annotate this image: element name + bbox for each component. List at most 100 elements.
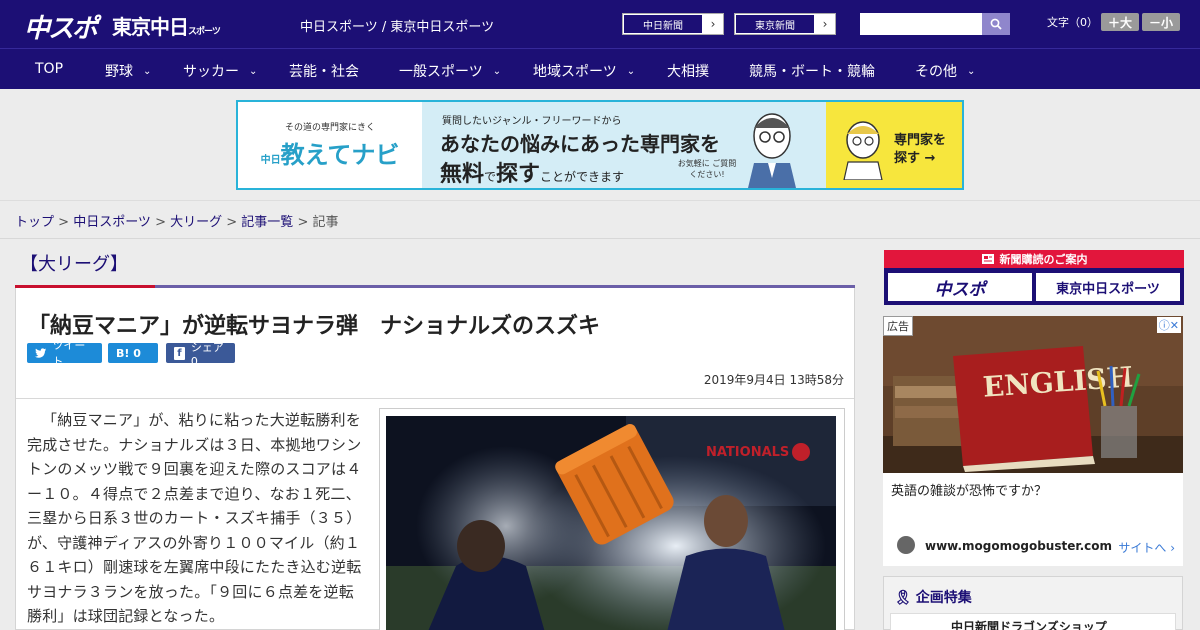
chevron-down-icon: ⌄ <box>492 65 502 77</box>
twitter-bird-icon <box>35 348 47 358</box>
banner-brand: その道の専門家にきく 中日教えてナビ <box>238 102 422 188</box>
nav-item-top[interactable]: TOP <box>35 61 63 77</box>
chunichi-shimbun-label: 中日新聞 <box>623 14 703 34</box>
article-date: 2019年9月4日 13時58分 <box>703 373 844 387</box>
feature-title-text: 企画特集 <box>915 590 972 606</box>
chevron-down-icon: ⌄ <box>967 65 976 77</box>
banner-tagline: その道の専門家にきく <box>284 123 375 133</box>
chevron-down-icon: ⌄ <box>626 65 636 77</box>
search-button[interactable] <box>982 13 1010 35</box>
tokyo-shimbun-button[interactable]: 東京新聞 › <box>734 13 836 35</box>
banner-de: で <box>484 170 497 184</box>
subscribe-tokyo-button[interactable]: 東京中日スポーツ <box>1036 273 1180 301</box>
banner-line3: 無料で探すことができます <box>440 156 624 188</box>
nav-item-regional-sports[interactable]: 地域スポーツ ⌄ <box>533 61 635 81</box>
feature-item-dragons-shop[interactable]: 中日新聞ドラゴンズショップ <box>890 613 1176 630</box>
oshiete-navi-banner[interactable]: その道の専門家にきく 中日教えてナビ 質問したいジャンル・フリーワードから あな… <box>236 100 964 190</box>
chevron-right-icon: › <box>710 17 716 31</box>
banner-line2: あなたの悩みにあった専門家を <box>440 132 720 156</box>
facebook-icon: f <box>174 346 185 360</box>
nav-item-label: TOP <box>35 61 64 77</box>
facebook-share-button[interactable]: f シェア 0 <box>166 341 235 368</box>
banner-brand-name: 中日教えてナビ <box>261 135 400 170</box>
font-smaller-button[interactable]: －小 <box>1142 13 1180 31</box>
nav-item-label: サッカー <box>183 64 239 80</box>
divider <box>16 398 854 399</box>
chevron-down-icon: ⌄ <box>249 65 258 77</box>
nav-item-baseball[interactable]: 野球 ⌄ <box>105 61 151 81</box>
nav-item-label: 地域スポーツ <box>533 64 617 80</box>
feature-ribbon-icon: 🎗 <box>894 590 912 606</box>
ad-site-link[interactable]: サイトへ › <box>1118 539 1175 556</box>
banner-search: 探す <box>496 162 541 187</box>
search-input[interactable] <box>860 13 982 35</box>
article-card: 「納豆マニア」が逆転サヨナラ弾 ナショナルズのスズキ ツイート B! 0 f シ… <box>15 288 855 630</box>
breadcrumb-sep: > <box>222 215 242 230</box>
ad-question: 英語の雑談が恐怖ですか？ <box>891 484 1048 499</box>
ad-url: www.mogomogobuster.com <box>925 539 1112 553</box>
font-larger-button[interactable]: ＋大 <box>1101 13 1139 31</box>
ad-choices-icon[interactable]: ⓘ✕ <box>1156 317 1181 333</box>
thinking-person-icon <box>843 121 883 180</box>
celebration-photo-icon: NATIONALS <box>386 416 836 630</box>
article-photo[interactable]: NATIONALS <box>386 416 836 630</box>
banner-cta[interactable]: 専門家を 探す → <box>826 102 962 188</box>
banner-area: その道の専門家にきく 中日教えてナビ 質問したいジャンル・フリーワードから あな… <box>0 89 1200 201</box>
banner-message: 質問したいジャンル・フリーワードから あなたの悩みにあった専門家を 無料で探すこ… <box>422 102 826 188</box>
breadcrumb-chunichi-sports[interactable]: 中日スポーツ <box>73 215 151 230</box>
feature-title: 🎗 企画特集 <box>894 587 972 607</box>
search-box <box>860 13 1010 35</box>
breadcrumb-mlb[interactable]: 大リーグ <box>170 215 222 230</box>
subscription-box: 新聞購読のご案内 中スポ 東京中日スポーツ <box>884 250 1184 305</box>
ad-site-link-text: サイトへ <box>1118 541 1167 555</box>
breadcrumb: トップ > 中日スポーツ > 大リーグ > 記事一覧 > 記事 <box>15 211 339 230</box>
breadcrumb-article-list[interactable]: 記事一覧 <box>241 215 293 230</box>
nav-item-soccer[interactable]: サッカー ⌄ <box>183 61 257 81</box>
nav-item-entertainment[interactable]: 芸能・社会 <box>289 61 359 81</box>
tokyo-logo-small: スポーツ <box>188 27 221 37</box>
breadcrumb-current: 記事 <box>312 215 339 230</box>
tokyo-chunichi-logo[interactable]: 東京中日スポーツ <box>112 11 221 40</box>
globe-icon <box>897 536 915 554</box>
feature-box: 🎗 企画特集 中日新聞ドラゴンズショップ <box>883 576 1183 630</box>
photo-nationals-sign: NATIONALS <box>706 445 789 460</box>
nav-item-general-sports[interactable]: 一般スポーツ ⌄ <box>399 61 501 81</box>
nav-item-racing[interactable]: 競馬・ボート・競輪 <box>749 61 875 81</box>
ad-label: 広告 <box>883 316 913 336</box>
banner-brand-text: 教えてナビ <box>280 141 400 169</box>
site-header: 中スポ 東京中日スポーツ 中日スポーツ / 東京中日スポーツ 中日新聞 › 東京… <box>0 0 1200 48</box>
chunichi-shimbun-button[interactable]: 中日新聞 › <box>622 13 724 35</box>
nav-item-sumo[interactable]: 大相撲 <box>667 61 709 81</box>
breadcrumb-sep: > <box>150 215 171 230</box>
subscription-title-text: 新聞購読のご案内 <box>999 253 1088 266</box>
tokyo-shimbun-label: 東京新聞 <box>735 14 815 34</box>
banner-note: お気軽に ご質問ください! <box>677 159 737 179</box>
search-icon <box>990 18 1002 30</box>
english-book-icon: ENGLISH <box>883 316 1183 473</box>
newspaper-icon <box>981 254 994 264</box>
nav-item-label: 野球 <box>105 64 133 80</box>
nav-item-label: 芸能・社会 <box>289 64 359 80</box>
banner-line1: 質問したいジャンル・フリーワードから <box>442 116 622 127</box>
chevron-right-icon: › <box>822 17 828 31</box>
ad-image: ENGLISH <box>883 316 1183 473</box>
nav-item-other[interactable]: その他 ⌄ <box>915 61 975 81</box>
article-body: 「納豆マニア」が、粘りに粘った大逆転勝利を完成させた。ナショナルズは３日、本拠地… <box>27 411 362 625</box>
breadcrumb-sep: > <box>293 215 313 230</box>
banner-brand-prefix: 中日 <box>260 155 281 166</box>
subscribe-chunichi-button[interactable]: 中スポ <box>888 273 1032 301</box>
banner-free: 無料 <box>440 162 485 187</box>
chevron-down-icon: ⌄ <box>143 65 152 77</box>
sidebar-ad[interactable]: ENGLISH 広告 ⓘ✕ 英語の雑談が恐怖ですか？ www.mogomogob… <box>883 316 1183 566</box>
tweet-button[interactable]: ツイート <box>27 339 102 368</box>
category-heading: 【大リーグ】 <box>20 254 128 275</box>
article-title: 「納豆マニア」が逆転サヨナラ弾 ナショナルズのスズキ <box>28 314 601 339</box>
main-nav: TOP 野球 ⌄ サッカー ⌄ 芸能・社会 一般スポーツ ⌄ 地域スポーツ ⌄ 大相撲 … <box>0 48 1200 89</box>
tokyo-logo-text: 東京中日 <box>112 15 189 39</box>
breadcrumb-top[interactable]: トップ <box>15 215 54 230</box>
nav-item-label: 競馬・ボート・競輪 <box>749 64 875 80</box>
banner-cta-text: 専門家を 探す → <box>894 133 947 166</box>
hatena-bookmark-button[interactable]: B! 0 <box>108 343 158 363</box>
chunichi-sports-logo[interactable]: 中スポ <box>24 8 98 45</box>
nav-item-label: 大相撲 <box>667 64 709 80</box>
